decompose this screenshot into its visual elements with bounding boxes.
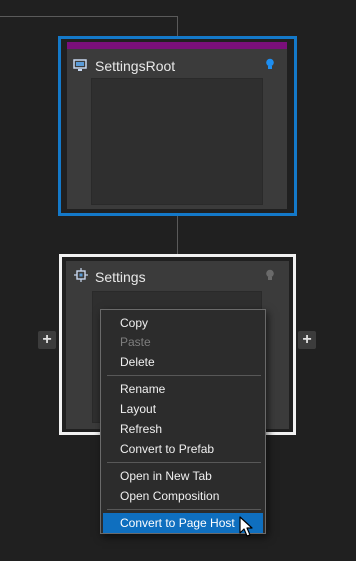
menu-item-layout[interactable]: Layout [103,399,263,419]
connection-wire-top-horizontal [0,16,178,17]
node-title: SettingsRoot [95,58,176,74]
menu-item-delete[interactable]: Delete [103,352,263,372]
node-header-bar [67,42,287,49]
monitor-icon [73,59,87,71]
context-menu: Copy Paste Delete Rename Layout Refresh … [100,309,266,534]
menu-item-copy[interactable]: Copy [103,313,263,333]
menu-separator [107,375,261,376]
connection-wire-top-vertical [177,16,178,38]
menu-item-rename[interactable]: Rename [103,379,263,399]
component-icon [74,268,88,282]
menu-item-open-in-new-tab[interactable]: Open in New Tab [103,466,263,486]
menu-item-open-composition[interactable]: Open Composition [103,486,263,506]
menu-separator [107,509,261,510]
mouse-cursor-icon [239,516,253,537]
connection-wire-middle [177,215,178,254]
lightbulb-icon[interactable] [263,57,277,71]
node-title: Settings [95,269,146,285]
settings-root-node-body: SettingsRoot [67,42,287,209]
menu-separator [107,462,261,463]
lightbulb-icon[interactable] [263,268,277,282]
menu-item-refresh[interactable]: Refresh [103,419,263,439]
menu-item-paste[interactable]: Paste [103,332,263,352]
node-preview [91,78,263,205]
menu-item-convert-to-prefab[interactable]: Convert to Prefab [103,439,263,459]
add-left-button[interactable]: + [38,331,56,349]
add-right-button[interactable]: + [298,331,316,349]
